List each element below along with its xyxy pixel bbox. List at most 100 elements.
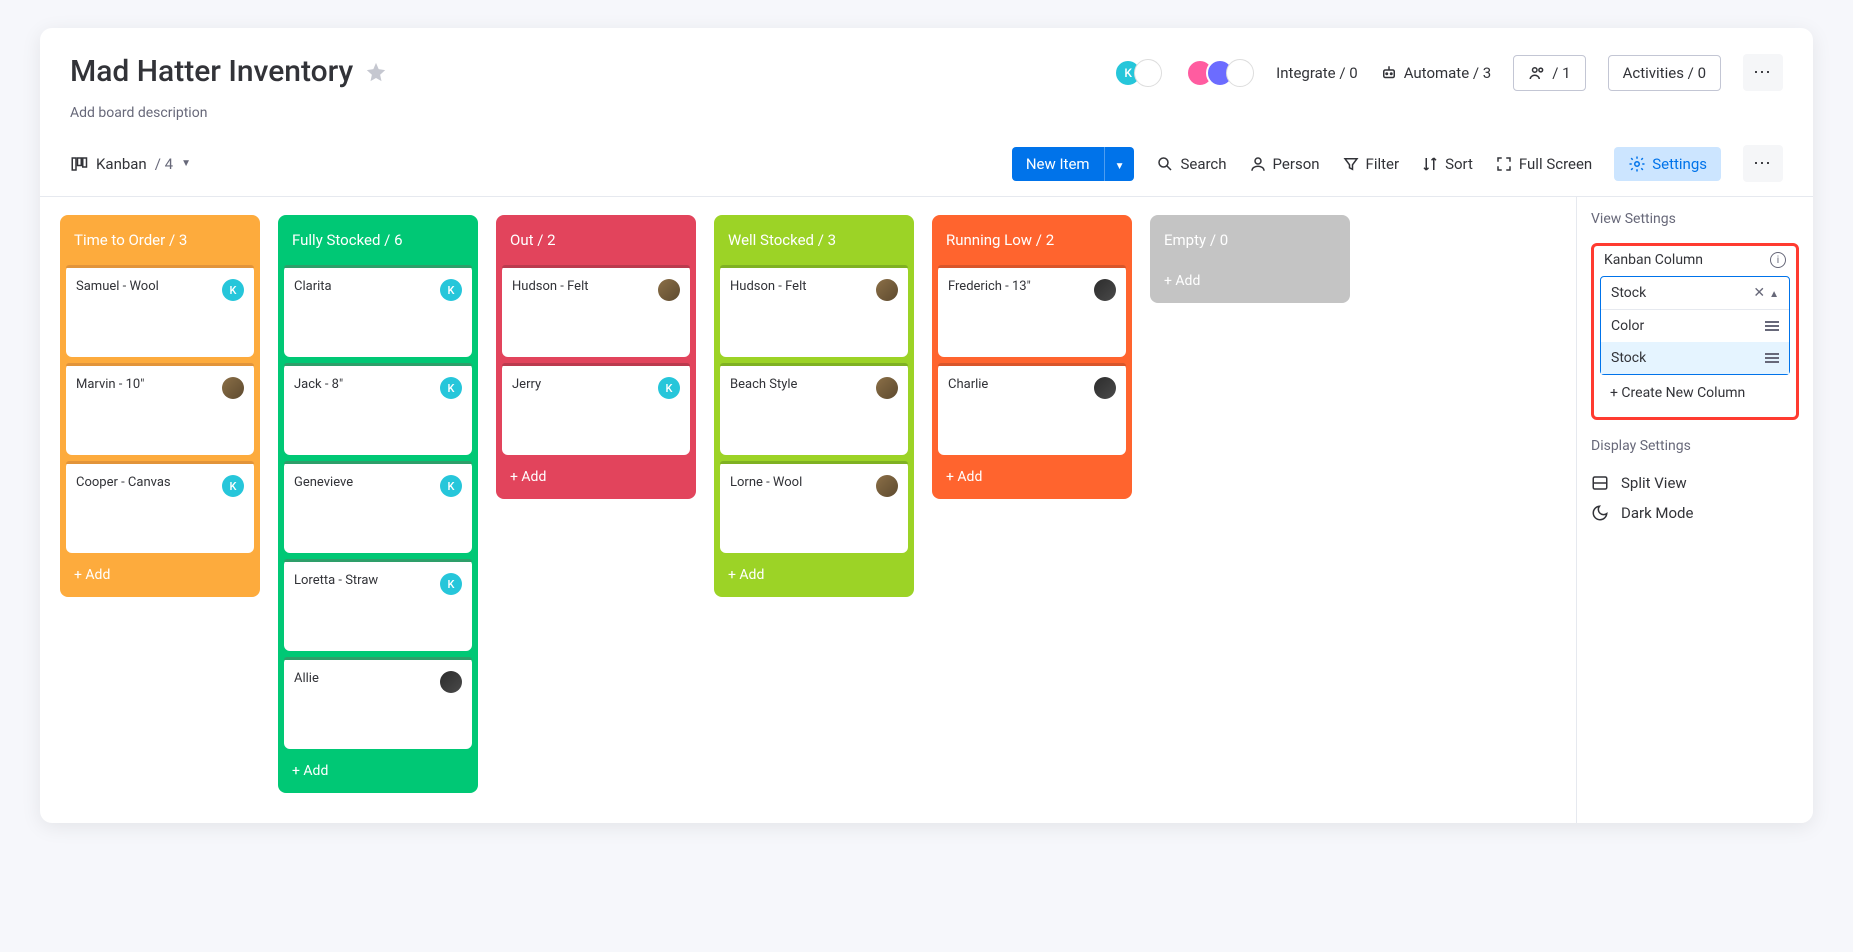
- column-dropdown[interactable]: Stock ✕▲ Color Stock: [1600, 276, 1790, 375]
- assignee-avatar[interactable]: K: [440, 573, 462, 595]
- card-title: Jack - 8": [294, 377, 343, 392]
- moon-icon: [1591, 504, 1609, 522]
- add-card-button[interactable]: + Add: [720, 559, 908, 591]
- info-icon[interactable]: i: [1770, 252, 1786, 268]
- card-title: Allie: [294, 671, 319, 686]
- card-title: Samuel - Wool: [76, 279, 159, 294]
- card-title: Frederich - 13": [948, 279, 1031, 294]
- kanban-card[interactable]: Allie: [284, 657, 472, 749]
- kanban-card[interactable]: Jack - 8" K: [284, 363, 472, 455]
- card-title: Lorne - Wool: [730, 475, 802, 490]
- add-card-button[interactable]: + Add: [502, 461, 690, 493]
- create-new-column[interactable]: + Create New Column: [1600, 375, 1790, 411]
- new-item-button[interactable]: New Item ▼: [1012, 147, 1135, 181]
- drag-handle-icon[interactable]: [1765, 321, 1779, 331]
- add-card-button[interactable]: + Add: [1156, 265, 1344, 297]
- add-card-button[interactable]: + Add: [284, 755, 472, 787]
- kanban-card[interactable]: Lorne - Wool: [720, 461, 908, 553]
- column-header[interactable]: Out / 2: [502, 221, 690, 259]
- clear-icon[interactable]: ✕: [1753, 285, 1765, 301]
- kanban-column-section: Kanban Column i Stock ✕▲ Color St: [1591, 243, 1799, 420]
- view-settings-title: View Settings: [1591, 211, 1799, 227]
- split-view-toggle[interactable]: Split View: [1591, 468, 1799, 498]
- kanban-column: Well Stocked / 3 Hudson - Felt Beach Style…: [714, 215, 914, 597]
- assignee-avatar[interactable]: [1094, 377, 1116, 399]
- people-icon: [1528, 64, 1546, 82]
- add-card-button[interactable]: + Add: [66, 559, 254, 591]
- favorite-star-icon[interactable]: [365, 61, 387, 83]
- assignee-avatar[interactable]: [222, 377, 244, 399]
- dark-mode-toggle[interactable]: Dark Mode: [1591, 498, 1799, 528]
- view-selector[interactable]: Kanban / 4 ▼: [70, 155, 191, 173]
- kanban-card[interactable]: Cooper - Canvas K: [66, 461, 254, 553]
- card-title: Jerry: [512, 377, 541, 392]
- card-title: Hudson - Felt: [730, 279, 806, 294]
- kanban-card[interactable]: Frederich - 13": [938, 265, 1126, 357]
- column-header[interactable]: Well Stocked / 3: [720, 221, 908, 259]
- column-header[interactable]: Fully Stocked / 6: [284, 221, 472, 259]
- kanban-card[interactable]: Beach Style: [720, 363, 908, 455]
- add-card-button[interactable]: + Add: [938, 461, 1126, 493]
- activities-button[interactable]: Activities / 0: [1608, 55, 1721, 91]
- members-button[interactable]: / 1: [1513, 55, 1585, 91]
- assignee-avatar[interactable]: K: [658, 377, 680, 399]
- kanban-card[interactable]: Hudson - Felt: [502, 265, 690, 357]
- integrate-link[interactable]: Integrate / 0: [1276, 64, 1358, 82]
- integration-icons[interactable]: [1194, 59, 1254, 87]
- dropdown-option-stock[interactable]: Stock: [1601, 342, 1789, 374]
- assignee-avatar[interactable]: [658, 279, 680, 301]
- more-menu-button[interactable]: ⋯: [1743, 54, 1783, 91]
- toolbar-more-button[interactable]: ⋯: [1743, 145, 1783, 182]
- chevron-down-icon: ▼: [181, 158, 191, 169]
- card-title: Hudson - Felt: [512, 279, 588, 294]
- assignee-avatar[interactable]: [876, 279, 898, 301]
- assignee-avatar[interactable]: K: [222, 279, 244, 301]
- fullscreen-icon: [1495, 155, 1513, 173]
- card-title: Beach Style: [730, 377, 797, 392]
- drag-handle-icon[interactable]: [1765, 353, 1779, 363]
- column-header[interactable]: Empty / 0: [1156, 221, 1344, 259]
- card-title: Loretta - Straw: [294, 573, 378, 588]
- kanban-icon: [70, 155, 88, 173]
- assignee-avatar[interactable]: [440, 671, 462, 693]
- card-title: Cooper - Canvas: [76, 475, 171, 490]
- kanban-card[interactable]: Charlie: [938, 363, 1126, 455]
- kanban-column: Fully Stocked / 6ClaritaKJack - 8"KGenev…: [278, 215, 478, 793]
- header-avatar-cluster[interactable]: K: [1122, 59, 1162, 87]
- new-item-dropdown[interactable]: ▼: [1104, 147, 1135, 181]
- kanban-column: Out / 2 Hudson - Felt Jerry K + Add: [496, 215, 696, 499]
- kanban-card[interactable]: Jerry K: [502, 363, 690, 455]
- kanban-card[interactable]: GenevieveK: [284, 461, 472, 553]
- column-header[interactable]: Time to Order / 3: [66, 221, 254, 259]
- sort-button[interactable]: Sort: [1421, 155, 1473, 173]
- column-header[interactable]: Running Low / 2: [938, 221, 1126, 259]
- kanban-card[interactable]: Samuel - Wool K: [66, 265, 254, 357]
- kanban-card[interactable]: ClaritaK: [284, 265, 472, 357]
- assignee-avatar[interactable]: K: [222, 475, 244, 497]
- kanban-column: Time to Order / 3 Samuel - Wool K Marvin - …: [60, 215, 260, 597]
- automate-link[interactable]: Automate / 3: [1380, 64, 1492, 82]
- kanban-card[interactable]: Hudson - Felt: [720, 265, 908, 357]
- assignee-avatar[interactable]: K: [440, 279, 462, 301]
- sort-icon: [1421, 155, 1439, 173]
- assignee-avatar[interactable]: [876, 377, 898, 399]
- person-filter[interactable]: Person: [1249, 155, 1320, 173]
- assignee-avatar[interactable]: K: [440, 377, 462, 399]
- person-icon: [1249, 155, 1267, 173]
- dropdown-option-color[interactable]: Color: [1601, 310, 1789, 342]
- kanban-card[interactable]: Marvin - 10": [66, 363, 254, 455]
- assignee-avatar[interactable]: K: [440, 475, 462, 497]
- kanban-column: Running Low / 2 Frederich - 13" Charlie + A…: [932, 215, 1132, 499]
- assignee-avatar[interactable]: [1094, 279, 1116, 301]
- filter-button[interactable]: Filter: [1342, 155, 1400, 173]
- card-title: Charlie: [948, 377, 988, 392]
- board-description[interactable]: Add board description: [40, 105, 1813, 121]
- settings-button[interactable]: Settings: [1614, 147, 1721, 181]
- search-button[interactable]: Search: [1156, 155, 1226, 173]
- settings-panel: View Settings Kanban Column i Stock ✕▲ C…: [1576, 197, 1813, 823]
- kanban-column-label: Kanban Column: [1604, 252, 1703, 268]
- fullscreen-button[interactable]: Full Screen: [1495, 155, 1592, 173]
- assignee-avatar[interactable]: [876, 475, 898, 497]
- page-title: Mad Hatter Inventory: [70, 54, 353, 89]
- kanban-card[interactable]: Loretta - Straw K: [284, 559, 472, 651]
